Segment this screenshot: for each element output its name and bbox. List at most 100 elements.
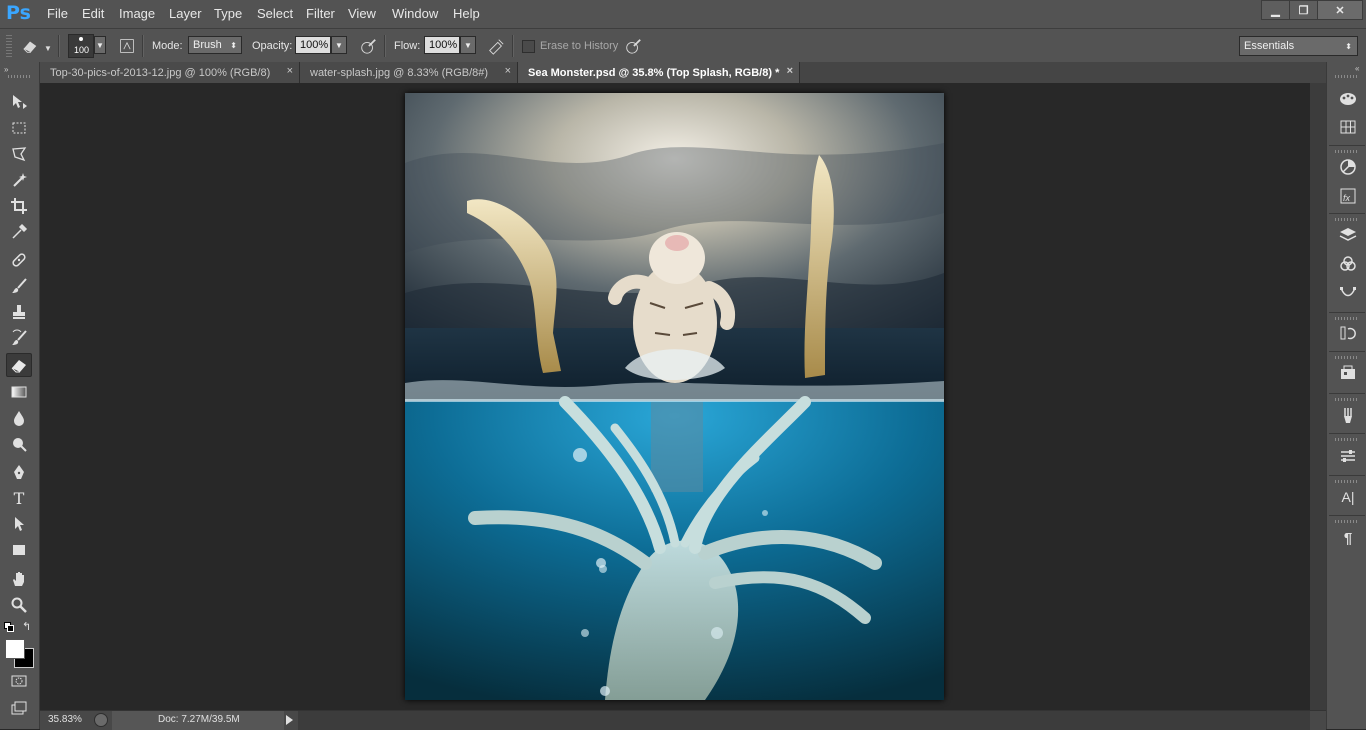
properties-panel[interactable] (1337, 361, 1359, 383)
brush-panel[interactable] (1337, 404, 1359, 426)
menu-bar: Ps File Edit Image Layer Type Select Fil… (0, 0, 1366, 28)
svg-text:fx: fx (1343, 193, 1351, 203)
flow-dropdown[interactable]: ▼ (460, 36, 476, 54)
color-panel[interactable] (1337, 88, 1359, 110)
status-menu-arrow-icon[interactable] (286, 715, 293, 725)
erase-to-history-checkbox[interactable] (522, 40, 535, 53)
eraser-tool[interactable] (6, 353, 32, 377)
clone-stamp-tool[interactable] (6, 300, 32, 324)
paths-icon (1340, 287, 1356, 297)
tool-preset-dropdown-icon[interactable]: ▼ (44, 44, 52, 53)
magnifier-icon (11, 597, 27, 613)
brush-icon (12, 278, 27, 293)
workspace-value: Essentials (1244, 40, 1295, 52)
styles-panel[interactable]: fx (1337, 185, 1359, 207)
mode-label: Mode: (152, 40, 183, 52)
hand-tool[interactable] (6, 567, 32, 591)
healing-brush-tool[interactable] (6, 248, 32, 272)
quick-mask-tool[interactable] (6, 669, 32, 693)
menu-edit[interactable]: Edit (82, 6, 104, 21)
dodge-tool[interactable] (6, 432, 32, 456)
panel-grip (1335, 75, 1359, 78)
character-panel[interactable]: A| (1337, 486, 1359, 508)
pen-tool[interactable] (6, 460, 32, 484)
collapse-tools-icon[interactable]: » (4, 65, 8, 74)
brush-size-dropdown[interactable]: ▼ (94, 36, 106, 54)
workspace-switcher[interactable]: Essentials ⬍ (1239, 36, 1358, 56)
brush-panel-toggle-icon[interactable] (117, 36, 137, 56)
paragraph-panel[interactable]: ¶ (1337, 527, 1359, 549)
blur-tool[interactable] (6, 406, 32, 430)
brush-size-picker[interactable]: 100 (68, 34, 94, 58)
flow-label: Flow: (394, 40, 421, 52)
type-tool[interactable]: T (6, 486, 32, 510)
menu-image[interactable]: Image (119, 6, 155, 21)
menu-layer[interactable]: Layer (169, 6, 202, 21)
crop-tool[interactable] (6, 194, 32, 218)
doc-size-field[interactable]: Doc: 7.27M/39.5M (112, 711, 284, 730)
menu-type[interactable]: Type (214, 6, 242, 21)
default-colors-icon[interactable] (4, 622, 14, 632)
options-bar: ▼ 100 ▼ Mode: Brush ⬍ Opacity: 100% ▼ Fl… (0, 28, 1366, 64)
tab-sea-monster[interactable]: Sea Monster.psd @ 35.8% (Top Splash, RGB… (518, 62, 800, 83)
brush-tool[interactable] (6, 274, 32, 298)
document-canvas[interactable] (405, 93, 944, 700)
menu-help[interactable]: Help (453, 6, 480, 21)
screen-mode-tool[interactable] (6, 696, 32, 720)
magic-wand-icon (13, 173, 27, 187)
tablet-opacity-pressure-icon[interactable] (358, 36, 378, 56)
rectangle-tool[interactable] (6, 538, 32, 562)
options-separator (384, 35, 386, 57)
opacity-dropdown[interactable]: ▼ (331, 36, 347, 54)
tab-close-icon[interactable]: × (787, 65, 793, 77)
layers-panel[interactable] (1337, 224, 1359, 246)
brush-presets-panel[interactable] (1337, 445, 1359, 467)
zoom-tool[interactable] (6, 593, 32, 617)
eraser-preset-icon[interactable] (20, 36, 40, 56)
horizontal-scrollbar[interactable] (298, 711, 1310, 730)
screen-mode-icon (11, 701, 27, 715)
minimize-button[interactable]: ▁ (1261, 0, 1290, 20)
menu-view[interactable]: View (348, 6, 376, 21)
menu-window[interactable]: Window (392, 6, 438, 21)
adjustments-panel[interactable] (1337, 156, 1359, 178)
foreground-color-swatch[interactable] (5, 639, 25, 659)
tab-close-icon[interactable]: × (505, 65, 511, 77)
gradient-tool[interactable] (6, 380, 32, 404)
tools-panel: » T ↰ (0, 62, 40, 729)
tablet-size-pressure-icon[interactable] (623, 36, 643, 56)
expand-panels-icon[interactable]: « (1355, 64, 1359, 73)
close-button[interactable]: ✕ (1317, 0, 1363, 20)
marquee-tool[interactable] (6, 116, 32, 140)
tab-close-icon[interactable]: × (287, 65, 293, 77)
swatches-panel[interactable] (1337, 116, 1359, 138)
airbrush-icon[interactable] (486, 36, 506, 56)
move-tool[interactable] (6, 90, 32, 114)
eyedropper-tool[interactable] (6, 220, 32, 244)
lasso-tool[interactable] (6, 142, 32, 166)
opacity-input[interactable]: 100% (295, 36, 331, 54)
path-selection-tool[interactable] (6, 512, 32, 536)
history-panel[interactable] (1337, 322, 1359, 344)
tab-water-splash[interactable]: water-splash.jpg @ 8.33% (RGB/8#) × (300, 62, 518, 83)
tab-top-30-pics[interactable]: Top-30-pics-of-2013-12.jpg @ 100% (RGB/8… (40, 62, 300, 83)
magic-wand-tool[interactable] (6, 168, 32, 192)
mode-select[interactable]: Brush ⬍ (188, 36, 242, 54)
photoshop-logo: Ps (6, 2, 31, 24)
channels-panel[interactable] (1337, 253, 1359, 275)
tab-label: water-splash.jpg @ 8.33% (RGB/8#) (310, 66, 489, 79)
paths-panel[interactable] (1337, 282, 1359, 304)
menu-select[interactable]: Select (257, 6, 293, 21)
restore-button[interactable]: ❐ (1289, 0, 1318, 20)
history-brush-icon (12, 329, 27, 345)
status-info-icon[interactable] (94, 713, 108, 727)
menu-filter[interactable]: Filter (306, 6, 335, 21)
menu-file[interactable]: File (47, 6, 68, 21)
gradient-icon (11, 386, 27, 398)
vertical-scrollbar[interactable] (1310, 83, 1326, 710)
history-brush-tool[interactable] (6, 326, 32, 350)
flow-input[interactable]: 100% (424, 36, 460, 54)
zoom-level[interactable]: 35.83% (48, 714, 82, 725)
swap-colors-icon[interactable]: ↰ (22, 620, 31, 633)
erase-to-history-label: Erase to History (540, 40, 619, 52)
